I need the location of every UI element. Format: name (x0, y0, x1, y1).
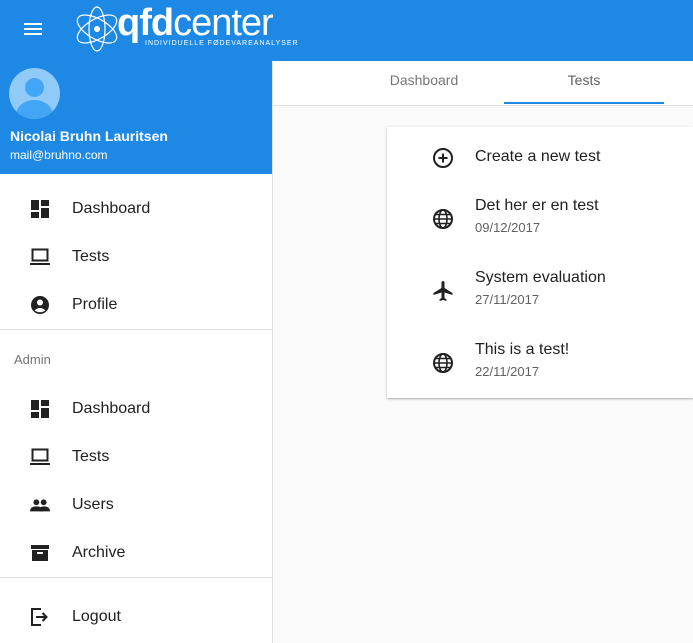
admin-subheader: Admin (14, 352, 51, 367)
avatar[interactable] (9, 68, 60, 119)
nav-item-label: Profile (72, 296, 118, 313)
nav-item-logout[interactable]: Logout (0, 593, 272, 641)
logo-text-thin: center (173, 2, 274, 44)
test-item[interactable]: System evaluation 27/11/2017 (387, 259, 693, 331)
app-bar: qfdcenter INDIVIDUELLE FØDEVAREANALYSER (0, 0, 693, 61)
test-date: 27/11/2017 (475, 292, 540, 307)
test-date: 22/11/2017 (475, 364, 540, 379)
test-date: 09/12/2017 (475, 220, 541, 235)
tab-bar: Dashboard Tests (273, 61, 693, 106)
logo-text: qfdcenter (117, 2, 274, 45)
divider (0, 577, 272, 578)
nav-item-admin-tests[interactable]: Tests (0, 433, 272, 481)
app-logo[interactable]: qfdcenter INDIVIDUELLE FØDEVAREANALYSER (72, 2, 302, 56)
profile-email: mail@bruhno.com (10, 148, 108, 162)
menu-icon[interactable] (22, 20, 46, 40)
nav-item-tests[interactable]: Tests (0, 233, 272, 281)
account-circle-icon (30, 293, 50, 317)
archive-icon (30, 541, 50, 565)
dashboard-icon (30, 197, 50, 221)
nav-item-label: Tests (72, 248, 110, 265)
computer-icon (30, 245, 50, 269)
dashboard-icon (30, 397, 50, 421)
nav-item-label: Users (72, 496, 114, 513)
nav-item-label: Dashboard (72, 200, 151, 217)
nav-item-admin-archive[interactable]: Archive (0, 529, 272, 577)
test-title: Det her er en test (475, 197, 599, 214)
computer-icon (30, 445, 50, 469)
nav-item-admin-dashboard[interactable]: Dashboard (0, 385, 272, 433)
globe-icon (431, 207, 455, 231)
nav-item-dashboard[interactable]: Dashboard (0, 185, 272, 233)
globe-icon (431, 351, 455, 375)
tests-card: Create a new test Det her er en test 09/… (387, 127, 693, 398)
nav-item-label: Logout (72, 608, 121, 625)
nav-item-profile[interactable]: Profile (0, 281, 272, 329)
create-test-item[interactable]: Create a new test (387, 127, 693, 187)
nav-item-label: Dashboard (72, 400, 151, 417)
test-item[interactable]: Det her er en test 09/12/2017 (387, 187, 693, 259)
profile-name: Nicolai Bruhn Lauritsen (10, 128, 168, 144)
logo-orbit-icon (76, 6, 118, 52)
test-item[interactable]: This is a test! 22/11/2017 (387, 331, 693, 398)
test-title: System evaluation (475, 269, 606, 286)
create-test-label: Create a new test (475, 148, 601, 165)
test-title: This is a test! (475, 341, 570, 358)
profile-header: Nicolai Bruhn Lauritsen mail@bruhno.com (0, 61, 272, 174)
logo-subtitle: INDIVIDUELLE FØDEVAREANALYSER (145, 40, 299, 47)
add-circle-outline-icon (431, 146, 455, 170)
nav-item-label: Tests (72, 448, 110, 465)
logout-icon (30, 605, 50, 629)
people-icon (30, 493, 50, 517)
tab-tests[interactable]: Tests (504, 61, 664, 105)
divider (0, 329, 272, 330)
nav-item-admin-users[interactable]: Users (0, 481, 272, 529)
nav-item-label: Archive (72, 544, 126, 561)
tab-indicator (504, 102, 664, 104)
tab-dashboard[interactable]: Dashboard (344, 61, 504, 105)
navigation-drawer: Nicolai Bruhn Lauritsen mail@bruhno.com … (0, 61, 273, 643)
airplane-icon (431, 279, 455, 303)
logo-text-bold: qfd (117, 2, 174, 44)
